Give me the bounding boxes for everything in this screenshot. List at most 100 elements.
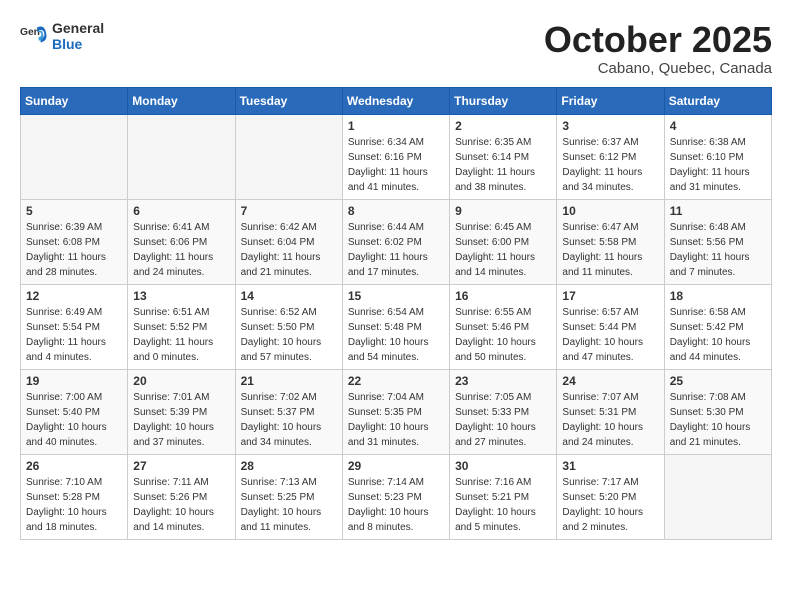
day-number: 20 [133, 374, 229, 388]
calendar-cell: 1Sunrise: 6:34 AMSunset: 6:16 PMDaylight… [342, 114, 449, 199]
day-info: Sunrise: 7:04 AMSunset: 5:35 PMDaylight:… [348, 390, 444, 450]
calendar-cell: 31 Sunrise: 7:17 AMSunset: 5:20 PMDayligh… [557, 454, 664, 539]
calendar-cell [128, 114, 235, 199]
calendar-week-row: 5 Sunrise: 6:39 AMSunset: 6:08 PMDaylight… [21, 199, 772, 284]
day-number: 15 [348, 289, 444, 303]
day-info: Sunrise: 7:14 AMSunset: 5:23 PMDaylight:… [348, 475, 444, 535]
day-number: 8 [348, 204, 444, 218]
day-number: 19 [26, 374, 122, 388]
day-info: Sunrise: 6:35 AMSunset: 6:14 PMDaylight:… [455, 135, 551, 195]
day-number: 9 [455, 204, 551, 218]
day-info: Sunrise: 6:55 AMSunset: 5:46 PMDaylight:… [455, 305, 551, 365]
calendar-cell: 20 Sunrise: 7:01 AMSunset: 5:39 PMDayligh… [128, 369, 235, 454]
month-title: October 2025 [544, 20, 772, 60]
header-sunday: Sunday [21, 87, 128, 114]
calendar-week-row: 19 Sunrise: 7:00 AMSunset: 5:40 PMDayligh… [21, 369, 772, 454]
calendar-cell: 19 Sunrise: 7:00 AMSunset: 5:40 PMDayligh… [21, 369, 128, 454]
day-info: Sunrise: 7:16 AMSunset: 5:21 PMDaylight:… [455, 475, 551, 535]
day-number: 10 [562, 204, 658, 218]
calendar-cell: 7 Sunrise: 6:42 AMSunset: 6:04 PMDaylight… [235, 199, 342, 284]
day-info: Sunrise: 6:52 AMSunset: 5:50 PMDaylight:… [241, 305, 337, 365]
calendar-cell: 18Sunrise: 6:58 AMSunset: 5:42 PMDayligh… [664, 284, 771, 369]
day-number: 13 [133, 289, 229, 303]
calendar-cell: 25Sunrise: 7:08 AMSunset: 5:30 PMDayligh… [664, 369, 771, 454]
logo: Gen General Blue [20, 20, 104, 52]
calendar-week-row: 12 Sunrise: 6:49 AMSunset: 5:54 PMDayligh… [21, 284, 772, 369]
day-number: 16 [455, 289, 551, 303]
day-number: 2 [455, 119, 551, 133]
calendar-cell: 15 Sunrise: 6:54 AMSunset: 5:48 PMDayligh… [342, 284, 449, 369]
calendar-week-row: 1Sunrise: 6:34 AMSunset: 6:16 PMDaylight… [21, 114, 772, 199]
calendar-cell: 21Sunrise: 7:02 AMSunset: 5:37 PMDayligh… [235, 369, 342, 454]
day-info: Sunrise: 7:01 AMSunset: 5:39 PMDaylight:… [133, 390, 229, 450]
day-info: Sunrise: 6:57 AMSunset: 5:44 PMDaylight:… [562, 305, 658, 365]
day-number: 26 [26, 459, 122, 473]
day-number: 31 [562, 459, 658, 473]
page-container: Gen General Blue October 2025 Cabano, Qu… [0, 0, 792, 550]
calendar-header-row: Sunday Monday Tuesday Wednesday Thursday… [21, 87, 772, 114]
day-number: 3 [562, 119, 658, 133]
header-tuesday: Tuesday [235, 87, 342, 114]
day-number: 7 [241, 204, 337, 218]
header: Gen General Blue October 2025 Cabano, Qu… [20, 20, 772, 77]
calendar-cell: 3 Sunrise: 6:37 AMSunset: 6:12 PMDaylight… [557, 114, 664, 199]
day-info: Sunrise: 6:51 AMSunset: 5:52 PMDaylight:… [133, 305, 229, 365]
day-info: Sunrise: 6:37 AMSunset: 6:12 PMDaylight:… [562, 135, 658, 195]
subtitle: Cabano, Quebec, Canada [544, 60, 772, 77]
day-info: Sunrise: 6:39 AMSunset: 6:08 PMDaylight:… [26, 220, 122, 280]
day-number: 1 [348, 119, 444, 133]
header-saturday: Saturday [664, 87, 771, 114]
calendar-cell: 6 Sunrise: 6:41 AMSunset: 6:06 PMDaylight… [128, 199, 235, 284]
title-block: October 2025 Cabano, Quebec, Canada [544, 20, 772, 77]
day-number: 25 [670, 374, 766, 388]
day-info: Sunrise: 6:42 AMSunset: 6:04 PMDaylight:… [241, 220, 337, 280]
day-number: 11 [670, 204, 766, 218]
calendar-cell: 23 Sunrise: 7:05 AMSunset: 5:33 PMDayligh… [450, 369, 557, 454]
calendar-cell: 8 Sunrise: 6:44 AMSunset: 6:02 PMDaylight… [342, 199, 449, 284]
day-info: Sunrise: 6:45 AMSunset: 6:00 PMDaylight:… [455, 220, 551, 280]
header-thursday: Thursday [450, 87, 557, 114]
day-number: 28 [241, 459, 337, 473]
day-number: 23 [455, 374, 551, 388]
calendar-cell: 5 Sunrise: 6:39 AMSunset: 6:08 PMDaylight… [21, 199, 128, 284]
header-monday: Monday [128, 87, 235, 114]
calendar-cell [21, 114, 128, 199]
logo-icon: Gen [20, 22, 48, 50]
day-number: 6 [133, 204, 229, 218]
day-info: Sunrise: 6:47 AMSunset: 5:58 PMDaylight:… [562, 220, 658, 280]
day-info: Sunrise: 7:00 AMSunset: 5:40 PMDaylight:… [26, 390, 122, 450]
calendar-cell: 9 Sunrise: 6:45 AMSunset: 6:00 PMDaylight… [450, 199, 557, 284]
day-info: Sunrise: 6:44 AMSunset: 6:02 PMDaylight:… [348, 220, 444, 280]
day-info: Sunrise: 6:54 AMSunset: 5:48 PMDaylight:… [348, 305, 444, 365]
day-info: Sunrise: 6:58 AMSunset: 5:42 PMDaylight:… [670, 305, 766, 365]
day-info: Sunrise: 6:49 AMSunset: 5:54 PMDaylight:… [26, 305, 122, 365]
day-info: Sunrise: 6:41 AMSunset: 6:06 PMDaylight:… [133, 220, 229, 280]
calendar-cell: 12 Sunrise: 6:49 AMSunset: 5:54 PMDayligh… [21, 284, 128, 369]
day-number: 22 [348, 374, 444, 388]
calendar-cell: 2 Sunrise: 6:35 AMSunset: 6:14 PMDaylight… [450, 114, 557, 199]
header-friday: Friday [557, 87, 664, 114]
calendar-cell [664, 454, 771, 539]
day-number: 24 [562, 374, 658, 388]
day-number: 30 [455, 459, 551, 473]
calendar-cell: 17Sunrise: 6:57 AMSunset: 5:44 PMDayligh… [557, 284, 664, 369]
day-number: 12 [26, 289, 122, 303]
day-info: Sunrise: 6:48 AMSunset: 5:56 PMDaylight:… [670, 220, 766, 280]
calendar-cell: 11 Sunrise: 6:48 AMSunset: 5:56 PMDayligh… [664, 199, 771, 284]
day-info: Sunrise: 7:11 AMSunset: 5:26 PMDaylight:… [133, 475, 229, 535]
calendar-table: Sunday Monday Tuesday Wednesday Thursday… [20, 87, 772, 540]
day-info: Sunrise: 7:17 AMSunset: 5:20 PMDaylight:… [562, 475, 658, 535]
calendar-cell: 22 Sunrise: 7:04 AMSunset: 5:35 PMDayligh… [342, 369, 449, 454]
day-number: 14 [241, 289, 337, 303]
day-info: Sunrise: 7:05 AMSunset: 5:33 PMDaylight:… [455, 390, 551, 450]
logo-text: General Blue [52, 20, 104, 52]
calendar-cell [235, 114, 342, 199]
day-number: 5 [26, 204, 122, 218]
calendar-cell: 27Sunrise: 7:11 AMSunset: 5:26 PMDayligh… [128, 454, 235, 539]
svg-text:Gen: Gen [20, 27, 40, 38]
calendar-cell: 13 Sunrise: 6:51 AMSunset: 5:52 PMDayligh… [128, 284, 235, 369]
calendar-cell: 16 Sunrise: 6:55 AMSunset: 5:46 PMDayligh… [450, 284, 557, 369]
calendar-cell: 30 Sunrise: 7:16 AMSunset: 5:21 PMDayligh… [450, 454, 557, 539]
day-info: Sunrise: 7:07 AMSunset: 5:31 PMDaylight:… [562, 390, 658, 450]
day-info: Sunrise: 7:13 AMSunset: 5:25 PMDaylight:… [241, 475, 337, 535]
